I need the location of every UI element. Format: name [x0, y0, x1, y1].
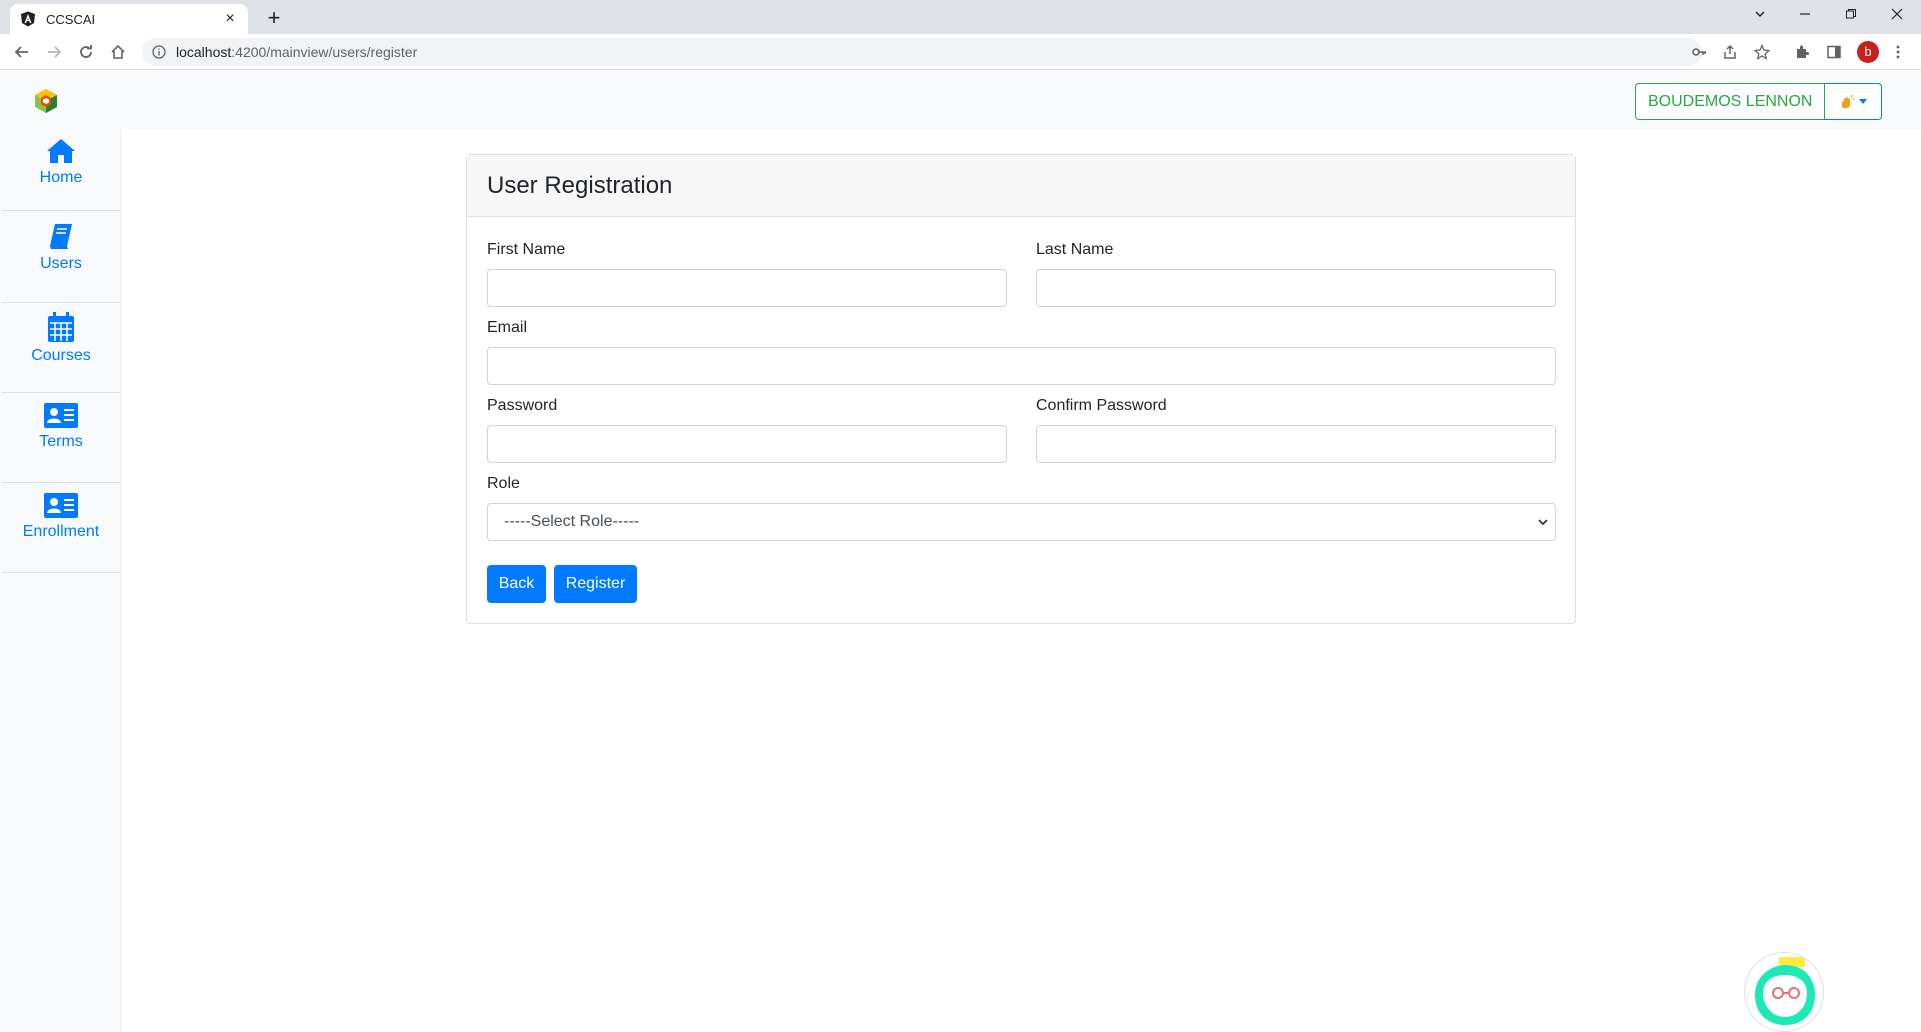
- forward-arrow-icon[interactable]: [42, 40, 66, 64]
- app-logo-icon[interactable]: [32, 87, 60, 115]
- tab-title: CCSCAI: [46, 11, 96, 27]
- password-input[interactable]: [487, 425, 1007, 463]
- sidebar-item-home[interactable]: Home: [2, 137, 120, 211]
- user-button-group: BOUDEMOS LENNON: [1635, 83, 1883, 120]
- chevron-down-icon: [1538, 519, 1548, 526]
- back-button[interactable]: Back: [487, 565, 546, 603]
- role-label: Role: [487, 475, 520, 492]
- extensions-icon[interactable]: [1792, 42, 1812, 62]
- back-arrow-icon[interactable]: [10, 40, 34, 64]
- angular-icon: [21, 11, 35, 27]
- assistant-avatar[interactable]: [1744, 952, 1824, 1032]
- sidebar-item-label: Home: [39, 169, 83, 186]
- hand-wave-icon: [1842, 94, 1856, 108]
- last-name-label: Last Name: [1036, 241, 1114, 258]
- password-label: Password: [487, 397, 558, 414]
- id-card-icon: [44, 493, 78, 518]
- key-icon[interactable]: [1689, 42, 1709, 62]
- address-bar[interactable]: localhost:4200/mainview/users/register: [142, 38, 1702, 66]
- bookmark-star-icon[interactable]: [1752, 42, 1772, 62]
- last-name-input[interactable]: [1036, 269, 1556, 307]
- browser-tab[interactable]: CCSCAI ×: [10, 4, 248, 34]
- robot-face-icon: [1755, 957, 1815, 1025]
- role-select[interactable]: -----Select Role-----: [487, 503, 1556, 541]
- side-panel-icon[interactable]: [1824, 42, 1844, 62]
- role-select-value: -----Select Role-----: [504, 513, 640, 530]
- id-card-icon: [44, 403, 78, 428]
- email-input[interactable]: [487, 347, 1556, 385]
- first-name-label: First Name: [487, 241, 566, 258]
- sidebar-item-label: Users: [40, 255, 82, 272]
- browser-menu-icon[interactable]: [1888, 42, 1908, 62]
- url-path: :4200/mainview/users/register: [231, 44, 418, 60]
- confirm-password-input[interactable]: [1036, 425, 1556, 463]
- sidebar-item-label: Terms: [39, 433, 83, 450]
- home-browser-icon[interactable]: [106, 40, 130, 64]
- browser-tab-bar: CCSCAI × +: [0, 0, 1921, 34]
- tab-close-icon[interactable]: ×: [222, 10, 238, 28]
- sidebar-item-courses[interactable]: Courses: [2, 309, 120, 393]
- user-menu-dropdown[interactable]: [1825, 83, 1883, 120]
- sidebar-item-enrollment[interactable]: Enrollment: [2, 489, 120, 573]
- sidebar-item-label: Enrollment: [22, 523, 100, 540]
- confirm-password-label: Confirm Password: [1036, 397, 1167, 414]
- minimize-icon[interactable]: [1787, 4, 1823, 26]
- share-icon[interactable]: [1720, 42, 1740, 62]
- info-icon[interactable]: [152, 45, 166, 59]
- sidebar-item-users[interactable]: Users: [2, 219, 120, 303]
- close-window-icon[interactable]: [1879, 4, 1915, 26]
- book-icon: [50, 224, 72, 249]
- home-icon: [47, 139, 75, 163]
- profile-avatar[interactable]: b: [1857, 41, 1879, 63]
- page-title: User Registration: [487, 171, 673, 199]
- calendar-icon: [48, 312, 74, 342]
- app-header: BOUDEMOS LENNON: [0, 71, 1921, 129]
- register-button[interactable]: Register: [554, 565, 637, 603]
- url-host: localhost: [176, 44, 232, 60]
- chevron-down-icon: [1859, 99, 1868, 104]
- browser-toolbar: localhost:4200/mainview/users/register b: [0, 34, 1921, 70]
- new-tab-icon[interactable]: +: [262, 6, 286, 30]
- tab-search-icon[interactable]: [1742, 4, 1778, 26]
- sidebar-item-label: Courses: [31, 347, 91, 364]
- user-name-button[interactable]: BOUDEMOS LENNON: [1635, 83, 1826, 120]
- card-header: User Registration: [467, 155, 1575, 217]
- registration-card: User Registration First Name Last Name E…: [466, 154, 1576, 624]
- sidebar-item-terms[interactable]: Terms: [2, 399, 120, 483]
- reload-icon[interactable]: [74, 40, 98, 64]
- restore-icon[interactable]: [1833, 4, 1869, 26]
- email-label: Email: [487, 319, 528, 336]
- sidebar: Home Users Courses Terms Enrollment: [0, 129, 121, 1032]
- first-name-input[interactable]: [487, 269, 1007, 307]
